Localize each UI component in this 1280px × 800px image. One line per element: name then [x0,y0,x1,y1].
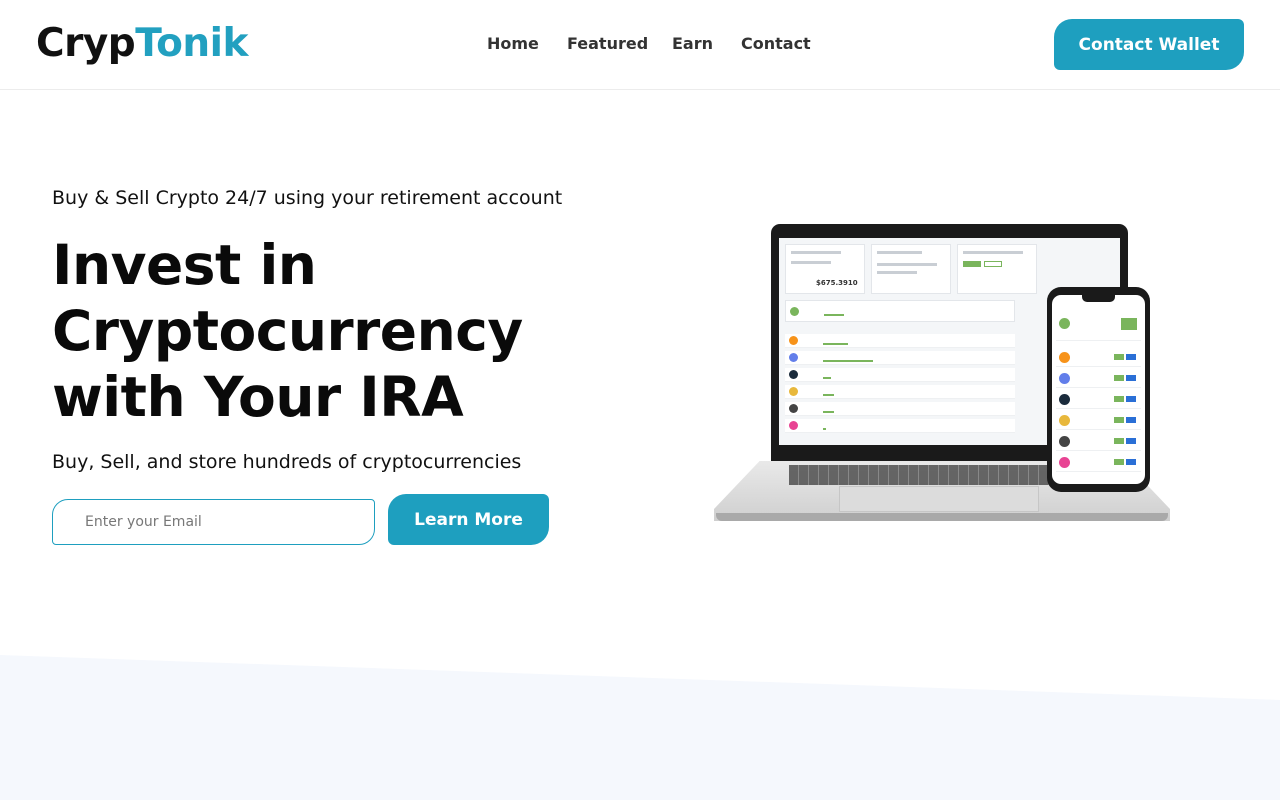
coin-allocation-bar [823,343,848,345]
coin-allocation-bar [823,428,826,430]
laptop-trackpad [839,486,1039,512]
phone-coin-row [1056,370,1141,388]
coin-icon [1059,394,1070,405]
hero-tagline: Buy, Sell, and store hundreds of cryptoc… [52,451,522,473]
nav-contact[interactable]: Contact [741,33,811,55]
coin-allocation-bar [823,394,834,396]
coin-allocation-bar [823,411,834,413]
nav-earn[interactable]: Earn [672,33,713,55]
phone-buy-button [1114,354,1124,360]
site-header: CrypTonik Home Featured Earn Contact Con… [0,0,1280,90]
phone-sell-button [1126,459,1136,465]
coin-row [785,351,1015,365]
phone-sell-button [1126,438,1136,444]
coin-icon [1059,352,1070,363]
phone-coin-row [1056,454,1141,472]
phone-buy-button [1114,459,1124,465]
coin-icon [789,370,798,379]
phone-sell-button [1126,354,1136,360]
brand-logo-part1: Cryp [36,21,136,66]
coin-row [785,368,1015,382]
phone-notch [1082,295,1115,302]
support-card [957,244,1037,294]
nav-home[interactable]: Home [487,33,539,55]
portfolio-value: $675.3910 [816,279,858,287]
phone-buy-button [1114,396,1124,402]
email-input[interactable] [52,499,375,545]
laptop-base-edge [716,513,1168,521]
device-mockup-image: $675.3910 [714,224,1170,524]
coin-allocation-bar [823,377,831,379]
coin-icon [1059,373,1070,384]
coin-icon [789,387,798,396]
coin-icon [789,421,798,430]
contact-wallet-button[interactable]: Contact Wallet [1054,19,1244,70]
phone-sell-button [1126,396,1136,402]
phone-coin-row [1056,412,1141,430]
brand-logo-part2: Tonik [135,21,248,66]
laptop-keyboard [789,465,1089,485]
headline-line-2: Cryptocurrency [52,299,523,363]
coin-row [785,402,1015,416]
phone-sell-button [1126,375,1136,381]
coin-icon [789,353,798,362]
coin-row [785,419,1015,433]
phone-coin-row [1056,391,1141,409]
coin-icon [1059,415,1070,426]
phone-buy-button [1114,375,1124,381]
coin-icon [1059,457,1070,468]
coin-icon [1059,436,1070,447]
phone-sell-button [1126,417,1136,423]
referral-card [871,244,951,294]
cash-row [785,300,1015,322]
coin-row [785,334,1015,348]
headline-line-1: Invest in [52,233,317,297]
coin-allocation-bar [823,360,873,362]
account-card: $675.3910 [785,244,865,294]
coin-icon [789,336,798,345]
phone-buy-button [1114,417,1124,423]
brand-logo[interactable]: CrypTonik [36,18,248,70]
next-section-background [0,655,1280,800]
hero-subtitle: Buy & Sell Crypto 24/7 using your retire… [52,187,563,209]
learn-more-button[interactable]: Learn More [388,494,549,545]
headline-line-3: with Your IRA [52,365,464,429]
coin-row [785,385,1015,399]
nav-featured[interactable]: Featured [567,33,648,55]
phone-buy-button [1114,438,1124,444]
phone-screen [1052,295,1145,484]
phone [1047,287,1150,492]
phone-coin-row [1056,433,1141,451]
coin-icon [789,404,798,413]
hero-headline: Invest in Cryptocurrency with Your IRA [52,232,612,430]
phone-cash-row [1056,315,1141,341]
phone-coin-row [1056,349,1141,367]
